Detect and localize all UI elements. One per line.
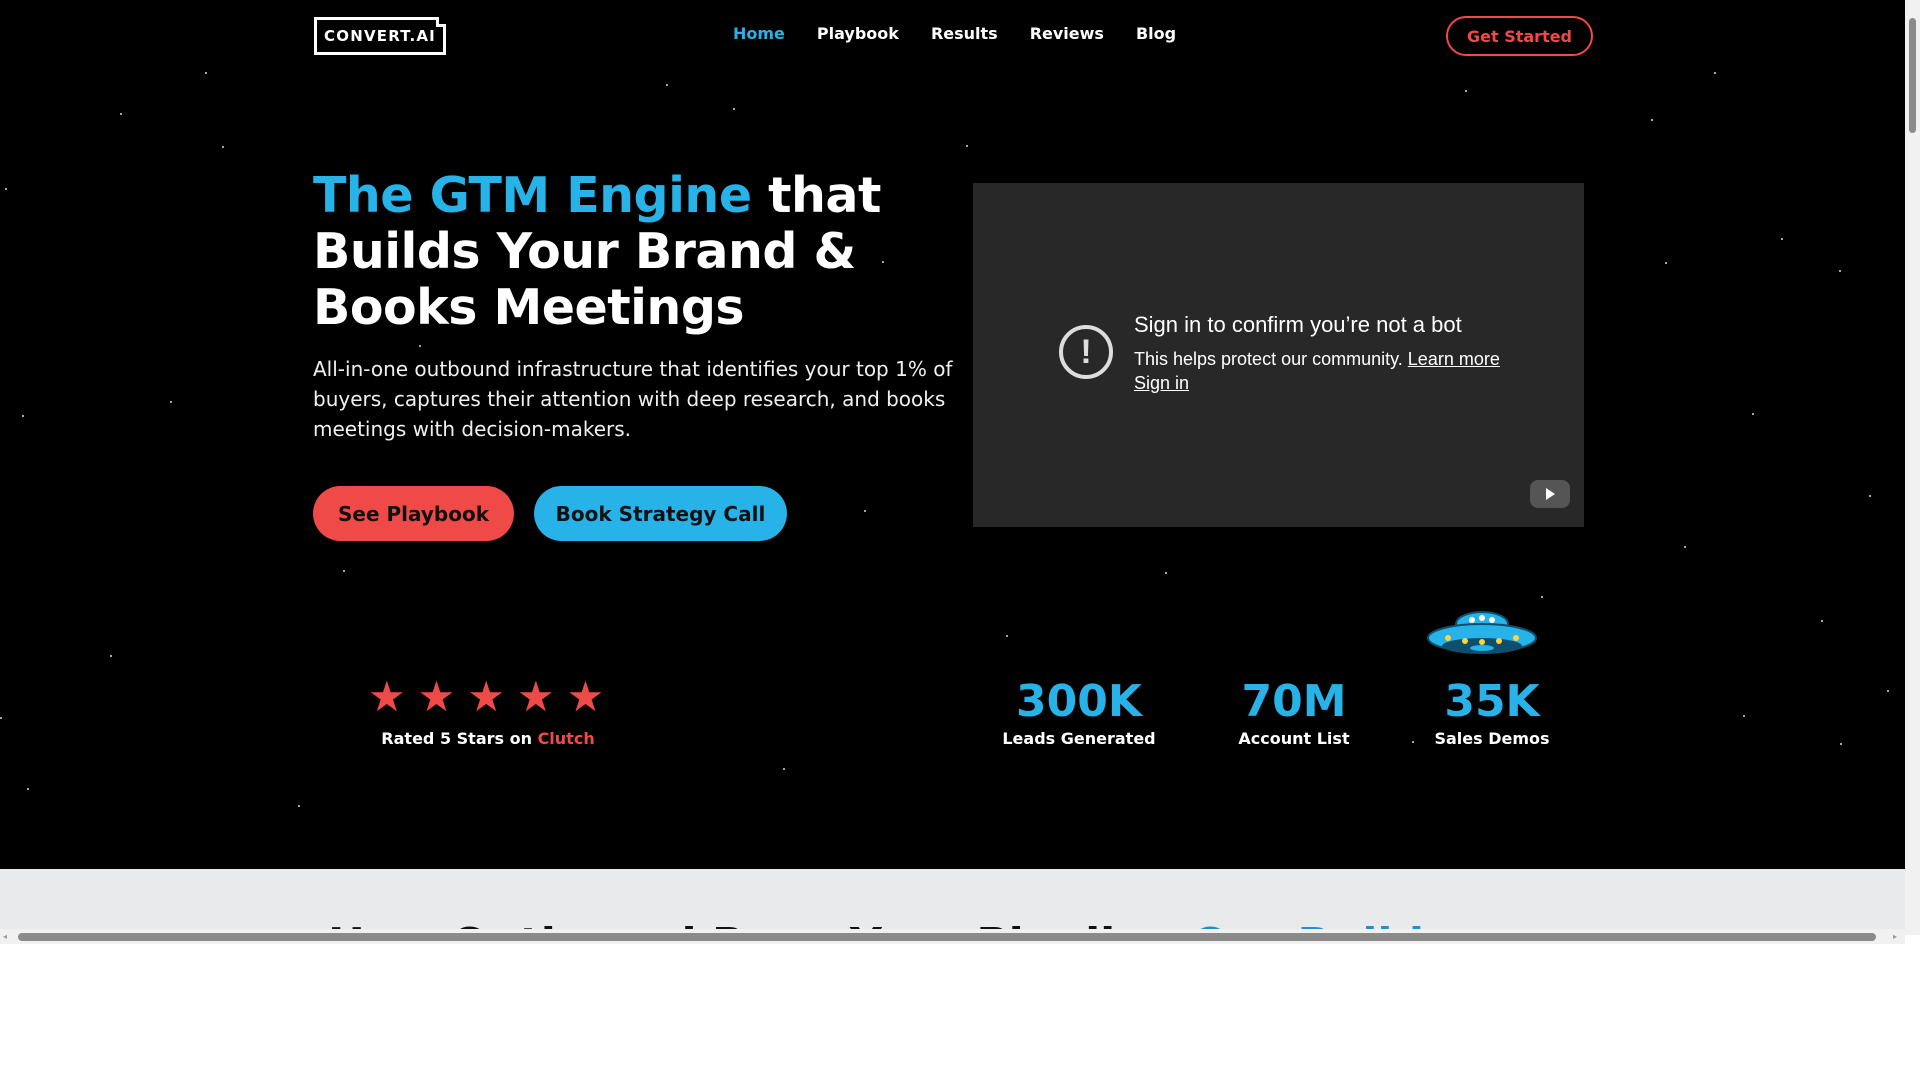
hero-title-part-3: Books Meetings [313, 279, 745, 336]
youtube-play-icon[interactable] [1530, 480, 1570, 508]
main-nav: Home Playbook Results Reviews Blog [733, 24, 1176, 43]
page-viewport: CONVERT.AI Home Playbook Results Reviews… [0, 0, 1905, 935]
horizontal-scrollbar[interactable]: ◂ ▸ [0, 929, 1905, 944]
book-strategy-call-button[interactable]: Book Strategy Call [534, 486, 787, 541]
star-icon: ★ [467, 673, 505, 720]
nav-playbook[interactable]: Playbook [817, 24, 899, 43]
star-icon: ★ [368, 673, 406, 720]
learn-more-link[interactable]: Learn more [1408, 349, 1500, 369]
video-error-text: This helps protect our community. Learn … [1134, 347, 1534, 395]
alert-icon: ! [1059, 325, 1113, 379]
scroll-left-arrow-icon[interactable]: ◂ [3, 932, 7, 941]
star-icon: ★ [417, 673, 456, 720]
rating-text: Rated 5 Stars on [381, 729, 532, 748]
stat-value: 300K [1016, 676, 1142, 727]
rating-caption: Rated 5 Stars on Clutch [313, 729, 663, 748]
nav-results[interactable]: Results [931, 24, 998, 43]
horizontal-scrollbar-thumb[interactable] [18, 933, 1876, 941]
star-icon: ★ [566, 673, 605, 720]
scroll-right-arrow-icon[interactable]: ▸ [1893, 932, 1897, 941]
video-error-message: This helps protect our community. [1134, 349, 1403, 369]
clutch-link[interactable]: Clutch [538, 729, 595, 748]
logo-notch-decoration [436, 17, 446, 27]
brand-logo[interactable]: CONVERT.AI [314, 17, 446, 55]
stat-demos: 35K Sales Demos [1402, 675, 1582, 748]
stat-value: 70M [1241, 676, 1347, 727]
video-embed[interactable]: ! Sign in to confirm you’re not a bot Th… [973, 183, 1584, 527]
hero-title-part-1: that [751, 167, 881, 224]
nav-home[interactable]: Home [733, 24, 785, 43]
sign-in-link[interactable]: Sign in [1134, 373, 1189, 393]
stat-label: Sales Demos [1434, 729, 1550, 748]
ufo-icon [1427, 611, 1537, 654]
stat-label: Account List [1238, 729, 1350, 748]
star-icon: ★ [516, 673, 555, 720]
vertical-scrollbar[interactable] [1905, 0, 1920, 935]
stat-leads: 300K Leads Generated [989, 675, 1169, 748]
site-header: CONVERT.AI Home Playbook Results Reviews… [0, 0, 1905, 72]
nav-blog[interactable]: Blog [1136, 24, 1176, 43]
stat-value: 35K [1444, 676, 1540, 727]
stat-accounts: 70M Account List [1204, 675, 1384, 748]
hero-title-accent: The GTM Engine [313, 167, 752, 224]
stat-label: Leads Generated [1002, 729, 1156, 748]
star-rating: ★ ★ ★ ★ ★ [368, 676, 604, 718]
vertical-scrollbar-thumb[interactable] [1909, 18, 1916, 133]
hero-subtitle: All-in-one outbound infrastructure that … [313, 357, 953, 441]
hero-title-part-2: Builds Your Brand & [313, 223, 856, 280]
nav-reviews[interactable]: Reviews [1030, 24, 1104, 43]
next-section: How Outbound Runs Your Pipeline Our Buil… [0, 869, 1905, 935]
logo-text: CONVERT.AI [324, 27, 436, 45]
get-started-button[interactable]: Get Started [1446, 16, 1593, 56]
video-error-title: Sign in to confirm you’re not a bot [1134, 312, 1462, 337]
see-playbook-button[interactable]: See Playbook [313, 486, 514, 541]
hero-title: The GTM Engine that Builds Your Brand & … [313, 168, 953, 336]
starfield-background [0, 0, 1905, 935]
